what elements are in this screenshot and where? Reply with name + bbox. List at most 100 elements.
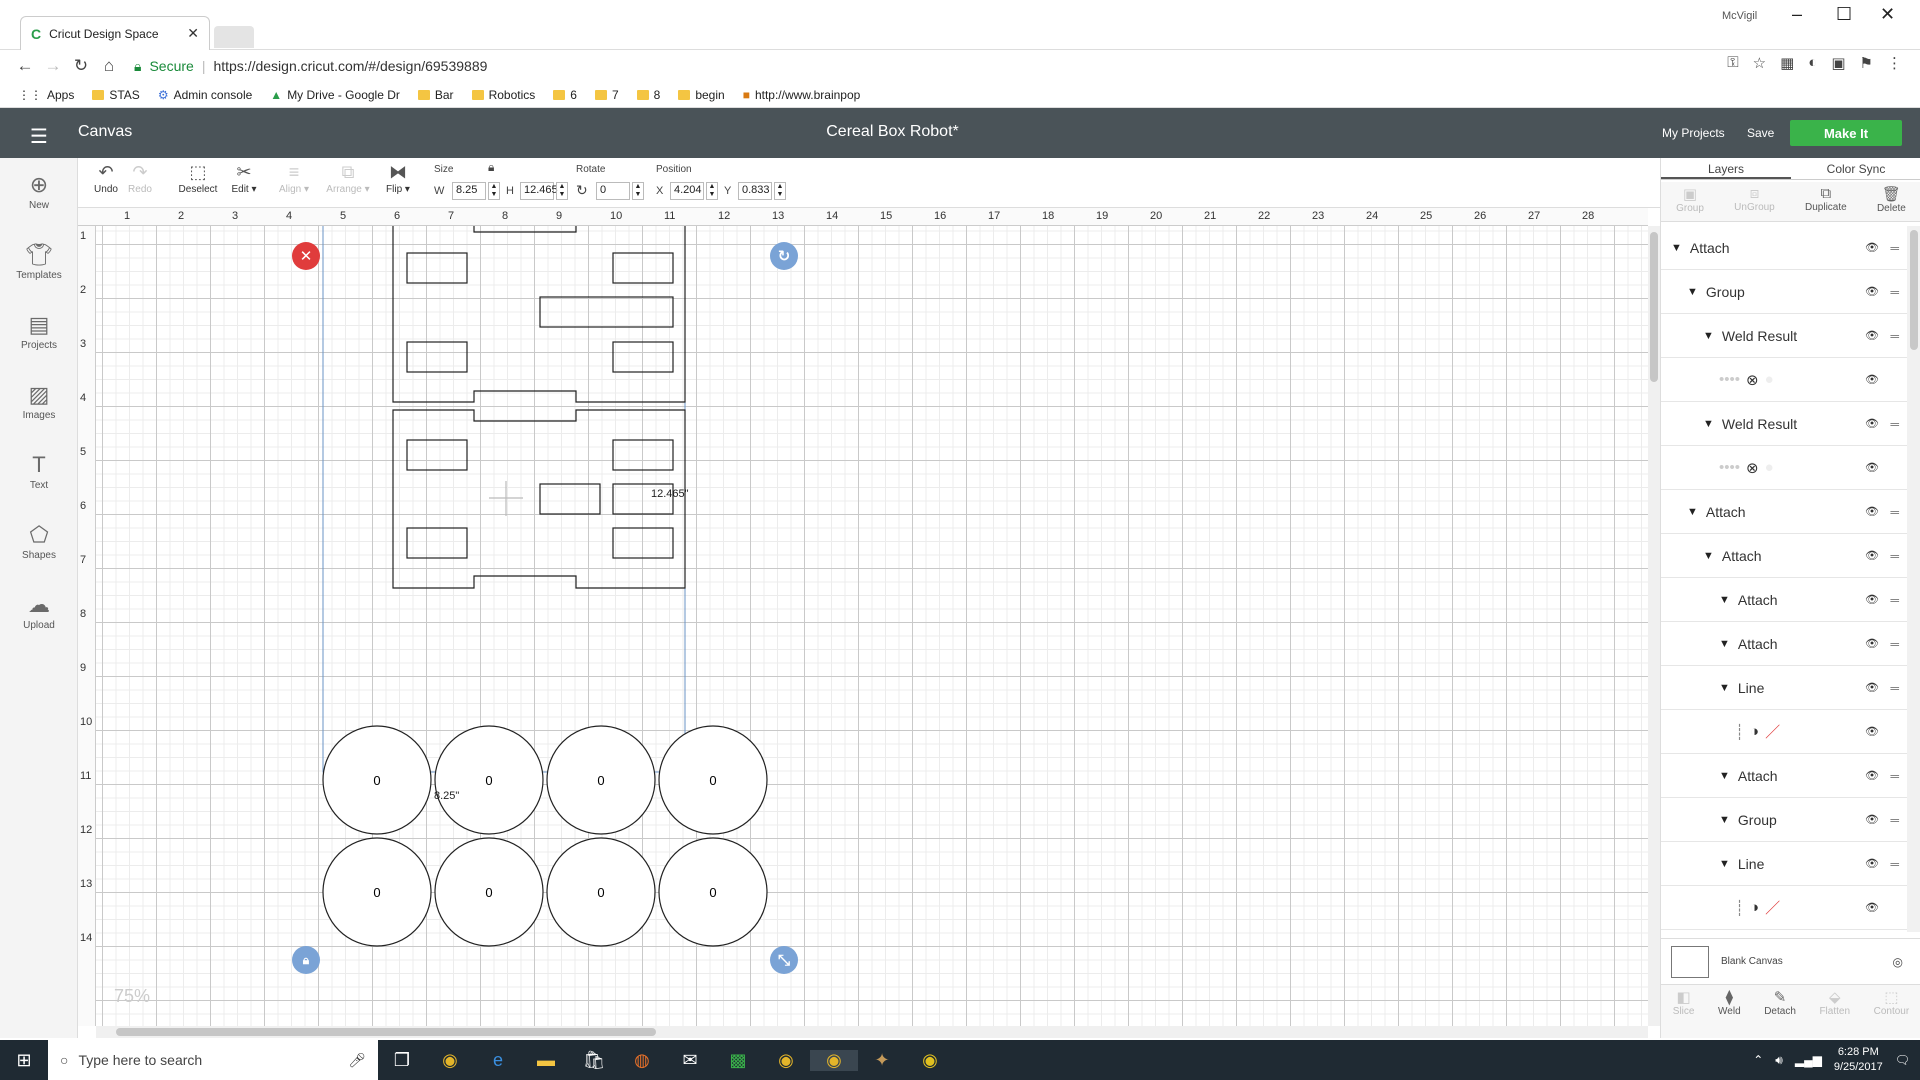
deselect-button[interactable]: ⬚ Deselect [176, 162, 220, 195]
extension-icon[interactable]: ◐ [1808, 54, 1817, 72]
mail-icon[interactable]: ✉ [666, 1050, 714, 1071]
visibility-eye-icon[interactable]: 👁︎ [1865, 549, 1879, 562]
visibility-eye-icon[interactable]: 👁︎ [1865, 593, 1879, 606]
layer-row[interactable]: ▼ Attach ═ 👁︎ [1661, 534, 1907, 578]
drag-handle-icon[interactable]: ═ [1890, 285, 1899, 299]
wheel-circle[interactable]: 0 [546, 725, 656, 835]
redo-button[interactable]: ↷ Redo [124, 162, 156, 195]
wheel-circle[interactable]: 0 [322, 837, 432, 947]
cut-design[interactable]: 0 0 0 0 0 0 0 0 [96, 226, 1648, 1026]
menu-dots-icon[interactable]: ⋮ [1887, 54, 1902, 72]
layers-scrollbar[interactable] [1907, 226, 1920, 932]
collapse-triangle-icon[interactable]: ▼ [1687, 286, 1698, 298]
chrome-icon[interactable]: ◉ [426, 1050, 474, 1071]
x-position-input[interactable]: 4.204 [670, 182, 704, 200]
sidebar-item-projects[interactable]: ▤ Projects [0, 312, 78, 351]
drag-handle-icon[interactable]: ═ [1890, 637, 1899, 651]
linetype-icon[interactable]: ┊ ◑ ／ [1735, 721, 1780, 742]
ungroup-button[interactable]: ⧈ UnGroup [1734, 182, 1775, 221]
layer-row[interactable]: ▼ Attach ═ 👁︎ [1661, 754, 1907, 798]
bookmark-icon[interactable]: ⚑ [1860, 54, 1873, 72]
collapse-triangle-icon[interactable]: ▼ [1719, 638, 1730, 650]
flip-dropdown[interactable]: ⧓ Flip ▾ [382, 162, 414, 195]
canvas-horizontal-scrollbar[interactable] [96, 1026, 1648, 1038]
visibility-eye-icon[interactable]: 👁︎ [1865, 637, 1879, 650]
layer-row[interactable]: ▼ Attach ═ 👁︎ [1661, 226, 1907, 270]
drag-handle-icon[interactable]: ═ [1890, 549, 1899, 563]
visibility-eye-icon[interactable]: 👁︎ [1865, 769, 1879, 782]
task-view-icon[interactable]: ❐ [378, 1050, 426, 1071]
collapse-triangle-icon[interactable]: ▼ [1719, 858, 1730, 870]
weld-shape-icon[interactable]: •••• ⊗ ● [1719, 459, 1774, 477]
home-icon[interactable]: ⌂ [98, 56, 120, 76]
wheel-circle[interactable]: 0 [546, 837, 656, 947]
my-projects-link[interactable]: My Projects [1662, 126, 1725, 140]
width-stepper[interactable]: ▲ ▼ [488, 182, 500, 200]
firefox-icon[interactable]: ◍ [618, 1050, 666, 1071]
collapse-triangle-icon[interactable]: ▼ [1719, 594, 1730, 606]
linetype-icon[interactable]: ┊ ◑ ／ [1735, 897, 1780, 918]
sidebar-item-new[interactable]: ⊕ New [0, 172, 78, 211]
network-icon[interactable]: ▂▄▆ [1795, 1053, 1822, 1067]
make-it-button[interactable]: Make It [1790, 120, 1902, 146]
back-icon[interactable]: ← [14, 56, 36, 76]
sidebar-item-upload[interactable]: ☁ Upload [0, 592, 78, 631]
x-position-stepper[interactable]: ▲ ▼ [706, 182, 718, 200]
undo-button[interactable]: ↶ Undo [90, 162, 122, 195]
canvas-color-swatch[interactable] [1671, 945, 1709, 978]
lock-handle-icon[interactable]: 🔒︎ [292, 946, 320, 974]
app-icon[interactable]: ✦ [858, 1050, 906, 1071]
layer-row[interactable]: ▼ Group ═ 👁︎ [1661, 270, 1907, 314]
align-dropdown[interactable]: ≡ Align ▾ [274, 162, 314, 195]
slice-button[interactable]: ◧ Slice [1673, 985, 1695, 1038]
drag-handle-icon[interactable]: ═ [1890, 505, 1899, 519]
design-canvas[interactable]: 0 0 0 0 0 0 0 0 12.465" 8.25" 75% [96, 226, 1648, 1026]
visibility-eye-icon[interactable]: 👁︎ [1865, 461, 1879, 474]
visibility-eye-icon[interactable]: 👁︎ [1865, 329, 1879, 342]
drag-handle-icon[interactable]: ═ [1890, 593, 1899, 607]
detach-button[interactable]: ✎ Detach [1764, 985, 1796, 1038]
weld-shape-icon[interactable]: •••• ⊗ ● [1719, 371, 1774, 389]
blank-canvas-row[interactable]: Blank Canvas ◎ [1661, 938, 1920, 984]
chrome-canary-icon[interactable]: ◉ [906, 1050, 954, 1071]
key-icon[interactable]: ⚿ [1727, 54, 1738, 72]
drag-handle-icon[interactable]: ═ [1890, 417, 1899, 431]
taskbar-search[interactable]: ○ Type here to search 🎤︎ [48, 1040, 378, 1080]
sidebar-item-templates[interactable]: 👕︎ Templates [0, 242, 78, 281]
visibility-eye-icon[interactable]: 👁︎ [1865, 285, 1879, 298]
app-icon[interactable]: ▩ [714, 1050, 762, 1071]
canvas-vertical-scrollbar[interactable] [1648, 226, 1660, 1026]
bottom-panel-shape[interactable] [392, 409, 686, 589]
layer-thumbnail-row[interactable]: •••• ⊗ ● 👁︎ [1661, 446, 1907, 490]
drag-handle-icon[interactable]: ═ [1890, 769, 1899, 783]
star-icon[interactable]: ☆ [1753, 54, 1766, 72]
wheel-circle[interactable]: 0 [434, 725, 544, 835]
volume-icon[interactable]: 🔊︎ [1775, 1053, 1783, 1068]
minimize-icon[interactable]: – [1792, 4, 1802, 25]
collapse-triangle-icon[interactable]: ▼ [1703, 550, 1714, 562]
layer-thumbnail-row[interactable]: ┊ ◑ ／ 👁︎ [1661, 886, 1907, 930]
collapse-triangle-icon[interactable]: ▼ [1719, 770, 1730, 782]
windows-start-icon[interactable]: ⊞ [0, 1050, 48, 1071]
reload-icon[interactable]: ↻ [70, 56, 92, 76]
drag-handle-icon[interactable]: ═ [1890, 329, 1899, 343]
resize-handle-icon[interactable]: ⤡ [770, 946, 798, 974]
y-position-stepper[interactable]: ▲ ▼ [774, 182, 786, 200]
layer-row[interactable]: ▼ Weld Result ═ 👁︎ [1661, 402, 1907, 446]
close-window-icon[interactable]: ✕ [1880, 4, 1895, 25]
collapse-triangle-icon[interactable]: ▼ [1703, 418, 1714, 430]
collapse-triangle-icon[interactable]: ▼ [1719, 814, 1730, 826]
collapse-triangle-icon[interactable]: ▼ [1703, 330, 1714, 342]
weld-button[interactable]: ⧫ Weld [1718, 985, 1741, 1038]
rotate-stepper[interactable]: ▲ ▼ [632, 182, 644, 200]
clock[interactable]: 6:28 PM 9/25/2017 [1834, 1045, 1883, 1075]
bookmark-folder[interactable]: 7 [594, 88, 619, 102]
tab-layers[interactable]: Layers [1661, 158, 1791, 179]
rotate-input[interactable]: 0 [596, 182, 630, 200]
visibility-eye-icon[interactable]: 👁︎ [1865, 505, 1879, 518]
lock-ratio-icon[interactable]: 🔒︎ [488, 160, 494, 175]
layer-row[interactable]: ▼ Attach ═ 👁︎ [1661, 578, 1907, 622]
layer-row[interactable]: ▼ Attach ═ 👁︎ [1661, 622, 1907, 666]
bookmark-folder[interactable]: begin [678, 88, 725, 102]
flatten-button[interactable]: ⬙ Flatten [1819, 985, 1850, 1038]
